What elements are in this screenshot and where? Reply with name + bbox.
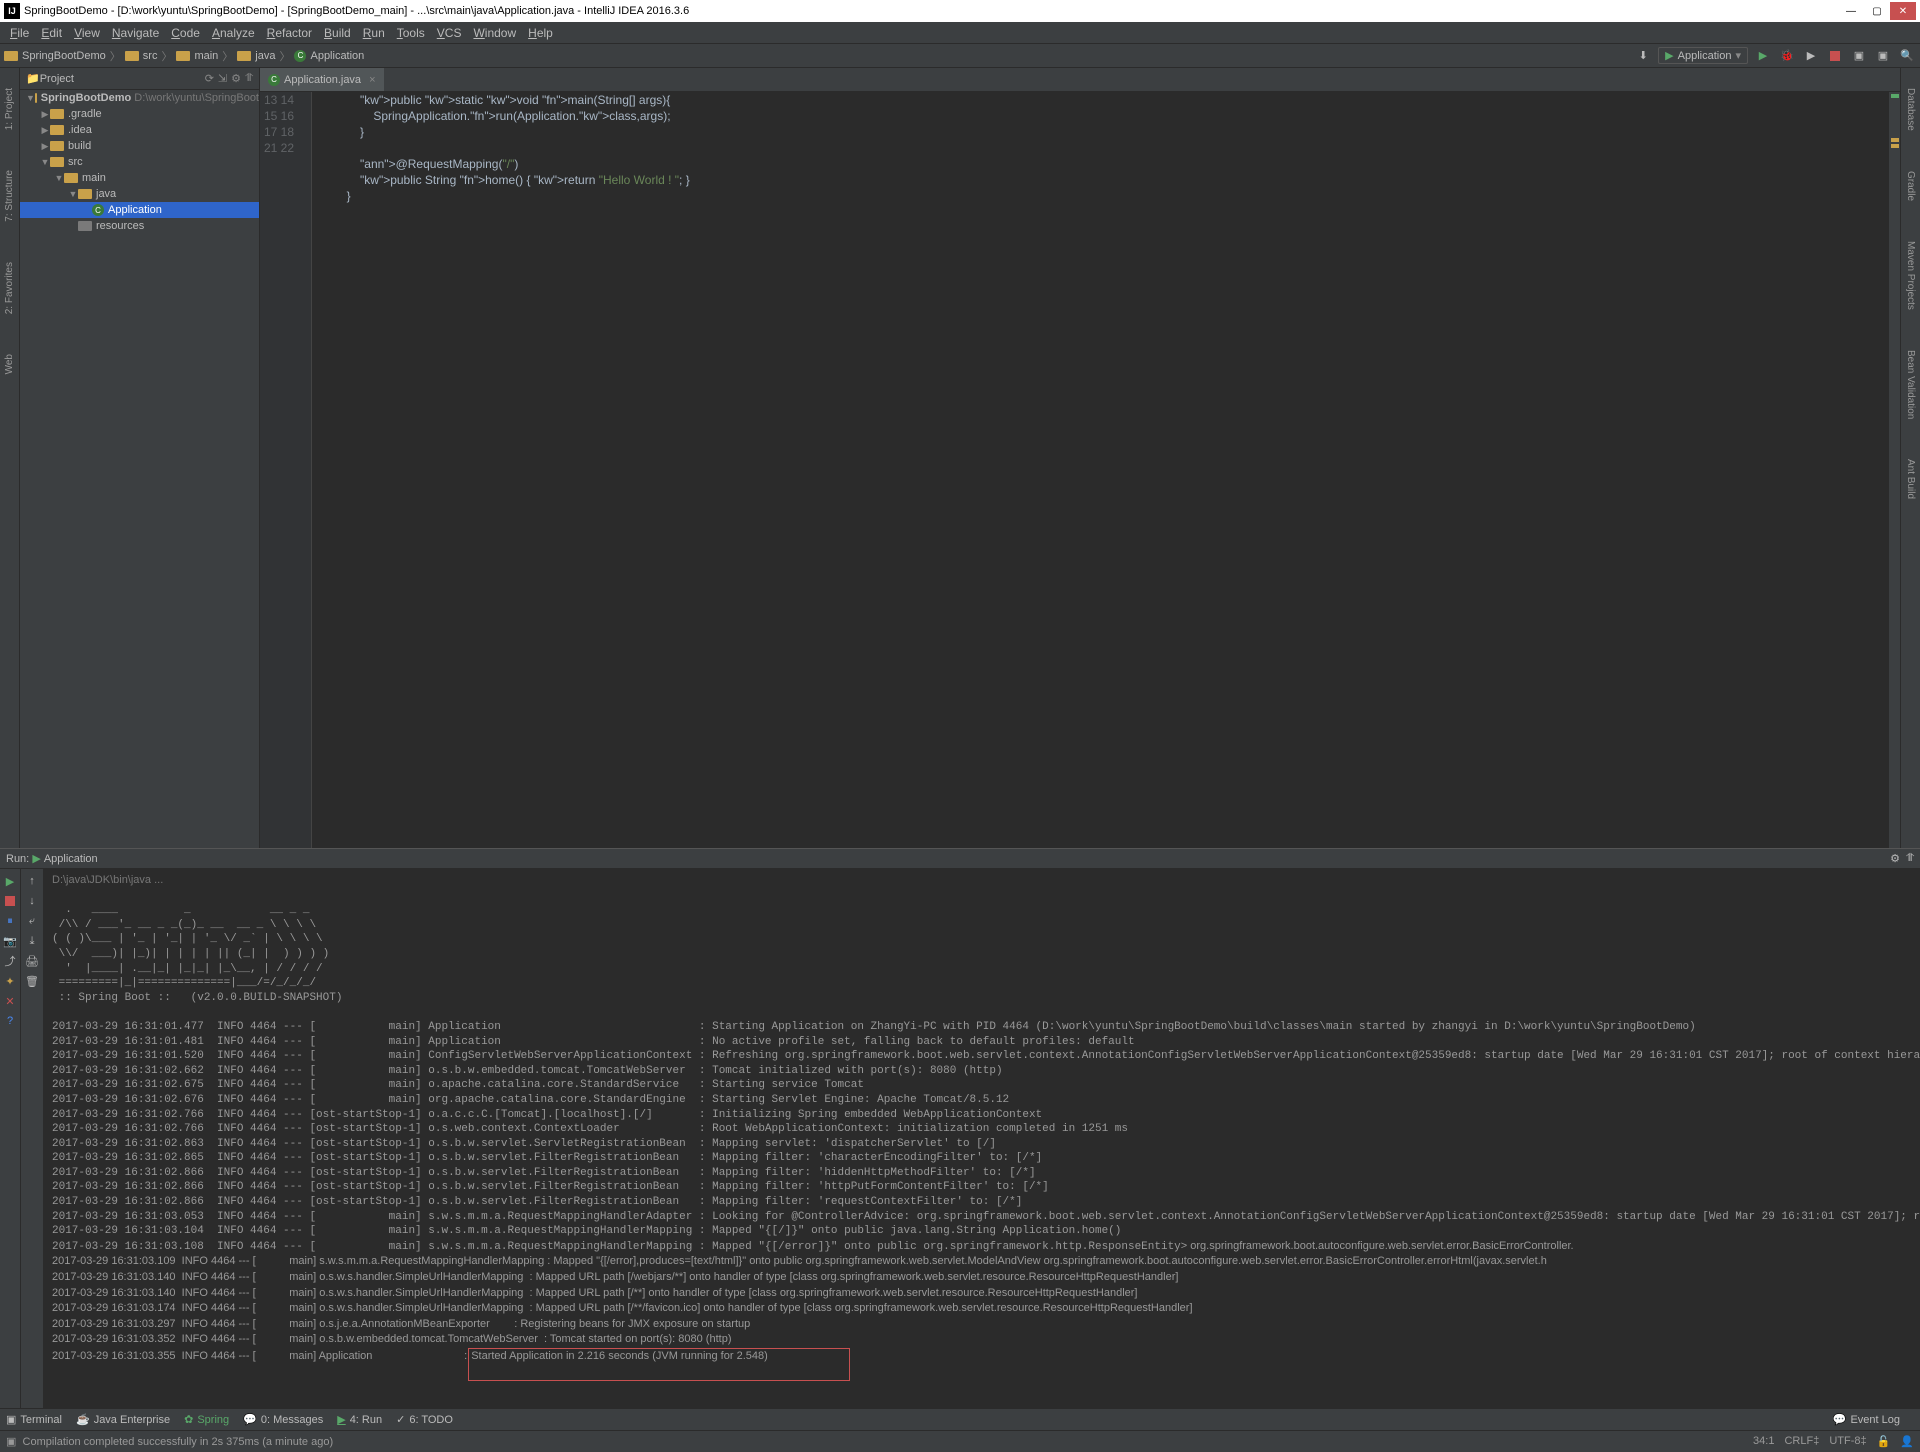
file-encoding[interactable]: UTF-8‡ <box>1829 1435 1866 1448</box>
left-tool-stripe: 1: Project 7: Structure 2: Favorites Web <box>0 68 20 848</box>
tree-node-.idea[interactable]: ▶.idea <box>20 122 259 138</box>
project-tool-button[interactable]: 1: Project <box>4 88 15 130</box>
search-button[interactable]: 🔍 <box>1898 47 1916 65</box>
editor: C Application.java × 13 14 15 16 17 18 2… <box>260 68 1900 848</box>
tree-node-build[interactable]: ▶build <box>20 138 259 154</box>
bottom-tool-bar: ▣ Terminal ☕ Java Enterprise ✿ Spring 💬 … <box>0 1408 1920 1430</box>
menu-run[interactable]: Run <box>357 26 391 40</box>
minimize-button[interactable]: — <box>1838 2 1864 20</box>
collapse-all-icon[interactable]: ⇲ <box>218 72 227 85</box>
maven-tool-button[interactable]: Maven Projects <box>1905 241 1916 310</box>
database-tool-button[interactable]: Database <box>1905 88 1916 131</box>
dump-button[interactable]: 📷 <box>2 933 18 949</box>
run-settings-icon[interactable]: ⚙ <box>1890 852 1900 865</box>
close-tab-icon[interactable]: × <box>369 74 375 86</box>
line-separator[interactable]: CRLF‡ <box>1784 1435 1819 1448</box>
tree-node-main[interactable]: ▼main <box>20 170 259 186</box>
bean-validation-tool-button[interactable]: Bean Validation <box>1905 350 1916 419</box>
menu-help[interactable]: Help <box>522 26 559 40</box>
tree-node-resources[interactable]: resources <box>20 218 259 234</box>
wrap-icon[interactable]: ⤶ <box>23 913 41 929</box>
run-button[interactable]: ▶ <box>1754 47 1772 65</box>
editor-marks <box>1888 92 1900 848</box>
caret-position: 34:1 <box>1753 1435 1774 1448</box>
exit-button[interactable]: ⤴ <box>2 953 18 969</box>
scroll-icon[interactable]: ⤓ <box>23 933 41 949</box>
run-hide-icon[interactable]: ⥣ <box>1906 852 1914 865</box>
print-icon[interactable]: 🖨 <box>23 953 41 969</box>
close-run-icon[interactable]: ✕ <box>2 993 18 1009</box>
ant-build-tool-button[interactable]: Ant Build <box>1905 459 1916 499</box>
restart-icon[interactable]: ✦ <box>2 973 18 989</box>
menu-build[interactable]: Build <box>318 26 357 40</box>
stop-button[interactable] <box>1826 47 1844 65</box>
layout-button[interactable]: ▣ <box>1850 47 1868 65</box>
menu-tools[interactable]: Tools <box>391 26 431 40</box>
menu-window[interactable]: Window <box>467 26 522 40</box>
event-log-button[interactable]: 💬 Event Log <box>1833 1413 1900 1426</box>
menu-edit[interactable]: Edit <box>35 26 68 40</box>
right-tool-stripe: Database Gradle Maven Projects Bean Vali… <box>1900 68 1920 848</box>
status-bar: ▣ Compilation completed successfully in … <box>0 1430 1920 1452</box>
code-content[interactable]: "kw">public "kw">static "kw">void "fn">m… <box>312 92 1888 848</box>
menu-analyze[interactable]: Analyze <box>206 26 261 40</box>
menu-refactor[interactable]: Refactor <box>261 26 318 40</box>
run-panel: Run: ▶ Application ⚙ ⥣ ▶ ⏸ 📷 ⤴ ✦ ✕ ? ↑ ↓… <box>0 848 1920 1408</box>
hector-icon[interactable]: 👤 <box>1900 1435 1914 1448</box>
lock-icon[interactable]: 🔓 <box>1877 1435 1891 1448</box>
pause-button[interactable]: ⏸ <box>2 913 18 929</box>
project-panel-title: Project <box>40 73 74 85</box>
run-config-dropdown[interactable]: ▶ Application ▾ <box>1658 47 1748 64</box>
layout2-button[interactable]: ▣ <box>1874 47 1892 65</box>
run-label: Run: <box>6 853 29 865</box>
menu-bar: FileEditViewNavigateCodeAnalyzeRefactorB… <box>0 22 1920 44</box>
console-output[interactable]: D:\java\JDK\bin\java ... . ____ _ __ _ _… <box>44 869 1920 1408</box>
tree-node-application[interactable]: CApplication <box>20 202 259 218</box>
rerun-button[interactable]: ▶ <box>2 873 18 889</box>
down-icon[interactable]: ↓ <box>23 893 41 909</box>
stop-run-button[interactable] <box>2 893 18 909</box>
breadcrumb[interactable]: SpringBootDemo〉src〉main〉java〉CApplicatio… <box>4 48 364 64</box>
up-icon[interactable]: ↑ <box>23 873 41 889</box>
debug-button[interactable]: 🐞 <box>1778 47 1796 65</box>
terminal-tool-button[interactable]: ▣ Terminal <box>6 1413 62 1426</box>
gear-icon[interactable]: ⚙ <box>231 72 241 85</box>
coverage-button[interactable]: ▶ <box>1802 47 1820 65</box>
project-panel: 📁 Project ⟳ ⇲ ⚙ ⥣ ▼ SpringBootDemo D:\wo… <box>20 68 260 848</box>
menu-file[interactable]: File <box>4 26 35 40</box>
tree-root[interactable]: ▼ SpringBootDemo D:\work\yuntu\SpringBoo… <box>20 90 259 106</box>
app-icon: IJ <box>4 3 20 19</box>
menu-code[interactable]: Code <box>165 26 206 40</box>
web-tool-button[interactable]: Web <box>4 354 15 374</box>
spring-tool-button[interactable]: ✿ Spring <box>184 1413 229 1426</box>
tree-node-src[interactable]: ▼src <box>20 154 259 170</box>
menu-navigate[interactable]: Navigate <box>106 26 165 40</box>
run-tool-button[interactable]: ▶ 4: Run <box>337 1413 382 1426</box>
close-button[interactable]: ✕ <box>1890 2 1916 20</box>
scroll-from-source-icon[interactable]: ⟳ <box>205 72 214 85</box>
todo-tool-button[interactable]: ✓ 6: TODO <box>396 1413 453 1426</box>
navigation-bar: SpringBootDemo〉src〉main〉java〉CApplicatio… <box>0 44 1920 68</box>
favorites-tool-button[interactable]: 2: Favorites <box>4 262 15 314</box>
trash-icon[interactable]: 🗑 <box>23 973 41 989</box>
title-bar: IJ SpringBootDemo - [D:\work\yuntu\Sprin… <box>0 0 1920 22</box>
menu-view[interactable]: View <box>68 26 106 40</box>
tree-node-java[interactable]: ▼java <box>20 186 259 202</box>
status-message: Compilation completed successfully in 2s… <box>23 1436 334 1448</box>
tree-node-.gradle[interactable]: ▶.gradle <box>20 106 259 122</box>
gradle-tool-button[interactable]: Gradle <box>1905 171 1916 201</box>
window-title: SpringBootDemo - [D:\work\yuntu\SpringBo… <box>24 5 689 17</box>
maximize-button[interactable]: ▢ <box>1864 2 1890 20</box>
structure-tool-button[interactable]: 7: Structure <box>4 170 15 222</box>
editor-tab[interactable]: C Application.java × <box>260 68 384 91</box>
run-app-name: Application <box>44 853 98 865</box>
messages-tool-button[interactable]: 💬 0: Messages <box>243 1413 323 1426</box>
help-run-icon[interactable]: ? <box>2 1013 18 1029</box>
hide-icon[interactable]: ⥣ <box>245 72 253 85</box>
build-button[interactable]: ⬇ <box>1634 47 1652 65</box>
java-enterprise-tool-button[interactable]: ☕ Java Enterprise <box>76 1413 170 1426</box>
menu-vcs[interactable]: VCS <box>431 26 468 40</box>
